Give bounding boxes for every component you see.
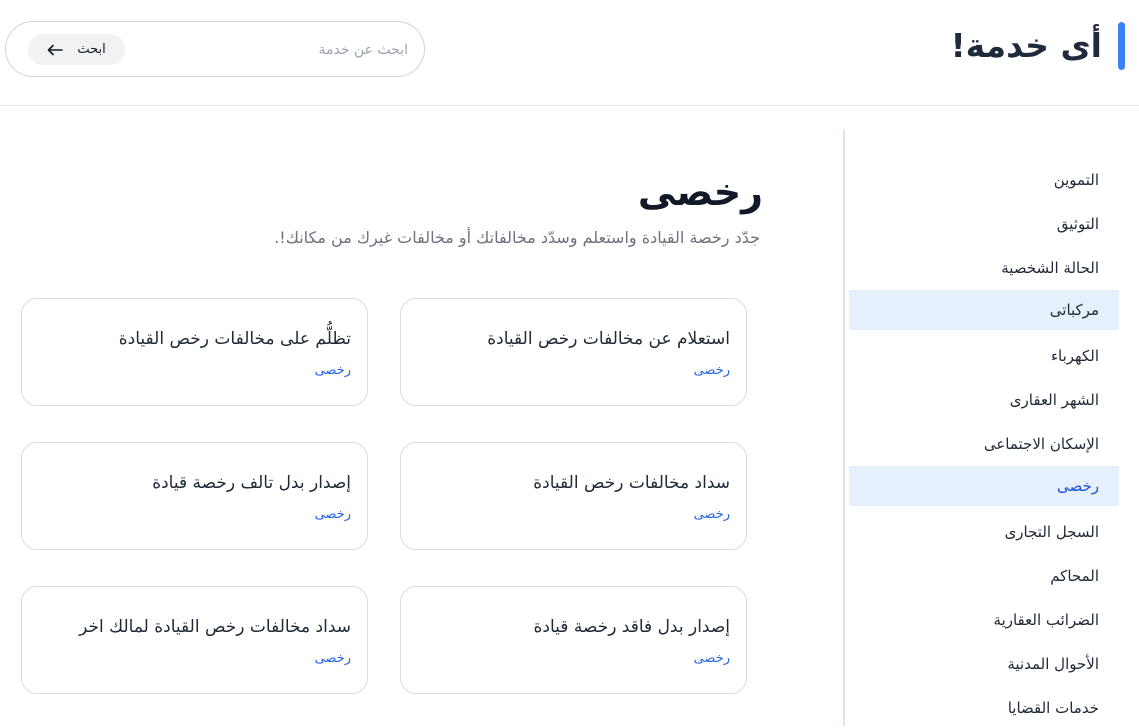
sidebar-item-label: السجل التجارى <box>1004 523 1099 541</box>
service-card-category: رخصى <box>693 363 730 378</box>
page-title: رخصى <box>637 170 763 214</box>
service-card[interactable]: إصدار بدل تالف رخصة قيادة رخصى <box>21 442 368 550</box>
brand: أى خدمة! <box>951 22 1125 70</box>
sidebar-item-tawtheeq[interactable]: التوثيق <box>849 204 1119 244</box>
brand-accent-bar <box>1118 22 1125 70</box>
sidebar-item-commercial-registry[interactable]: السجل التجارى <box>849 512 1119 552</box>
sidebar-item-electricity[interactable]: الكهرباء <box>849 336 1119 376</box>
service-card-title: سداد مخالفات رخص القيادة لمالك اخر <box>79 617 351 637</box>
search-button[interactable]: ابحث <box>28 34 125 65</box>
sidebar-item-real-estate-registry[interactable]: الشهر العقارى <box>849 380 1119 420</box>
sidebar-item-social-housing[interactable]: الإسكان الاجتماعى <box>849 424 1119 464</box>
sidebar-item-courts[interactable]: المحاكم <box>849 556 1119 596</box>
sidebar-item-label: مركباتى <box>1049 301 1099 319</box>
service-card-title: استعلام عن مخالفات رخص القيادة <box>487 329 730 349</box>
service-card-category: رخصى <box>314 651 351 666</box>
sidebar-item-my-vehicles[interactable]: مركباتى <box>849 290 1119 330</box>
sidebar-item-personal-status[interactable]: الحالة الشخصية <box>849 248 1119 288</box>
top-header: أى خدمة! ابحث <box>0 0 1139 106</box>
service-card-category: رخصى <box>693 507 730 522</box>
service-card-title: إصدار بدل فاقد رخصة قيادة <box>533 617 730 637</box>
sidebar-item-lawsuit-services[interactable]: خدمات القضايا <box>849 688 1119 728</box>
sidebar-item-label: خدمات القضايا <box>1007 699 1099 717</box>
service-card-category: رخصى <box>314 507 351 522</box>
service-card[interactable]: تظلُّم على مخالفات رخص القيادة رخصى <box>21 298 368 406</box>
sidebar-item-civil-status[interactable]: الأحوال المدنية <box>849 644 1119 684</box>
service-card-title: تظلُّم على مخالفات رخص القيادة <box>118 329 351 349</box>
sidebar-item-label: التوثيق <box>1056 215 1099 233</box>
sidebar-item-label: الضرائب العقارية <box>993 611 1099 629</box>
sidebar-item-label: التموين <box>1053 171 1099 189</box>
sidebar-item-real-estate-taxes[interactable]: الضرائب العقارية <box>849 600 1119 640</box>
search-button-label: ابحث <box>77 42 106 57</box>
search-bar: ابحث <box>5 21 425 77</box>
sidebar-item-label: الإسكان الاجتماعى <box>983 435 1099 453</box>
sidebar-item-label: الأحوال المدنية <box>1007 655 1099 673</box>
sidebar-item-tamween[interactable]: التموين <box>849 160 1119 200</box>
brand-title[interactable]: أى خدمة! <box>951 22 1102 70</box>
service-card[interactable]: إصدار بدل فاقد رخصة قيادة رخصى <box>400 586 747 694</box>
sidebar-item-label: الكهرباء <box>1050 347 1099 365</box>
service-card-category: رخصى <box>314 363 351 378</box>
sidebar-item-my-licenses[interactable]: رخصى <box>849 466 1119 506</box>
sidebar-item-label: رخصى <box>1056 477 1099 495</box>
service-card-category: رخصى <box>693 651 730 666</box>
search-input[interactable] <box>168 36 408 64</box>
service-card-title: إصدار بدل تالف رخصة قيادة <box>152 473 351 493</box>
sidebar-item-label: الحالة الشخصية <box>1001 259 1099 277</box>
sidebar: التموين التوثيق الحالة الشخصية مركباتى ا… <box>843 129 1139 726</box>
service-card[interactable]: سداد مخالفات رخص القيادة رخصى <box>400 442 747 550</box>
arrow-left-icon <box>47 44 64 56</box>
service-card[interactable]: سداد مخالفات رخص القيادة لمالك اخر رخصى <box>21 586 368 694</box>
sidebar-item-label: المحاكم <box>1050 567 1099 585</box>
page-description: جدّد رخصة القيادة واستعلم وسدّد مخالفاتك… <box>274 228 760 247</box>
service-card-title: سداد مخالفات رخص القيادة <box>533 473 730 493</box>
service-card[interactable]: استعلام عن مخالفات رخص القيادة رخصى <box>400 298 747 406</box>
sidebar-item-label: الشهر العقارى <box>1009 391 1099 409</box>
